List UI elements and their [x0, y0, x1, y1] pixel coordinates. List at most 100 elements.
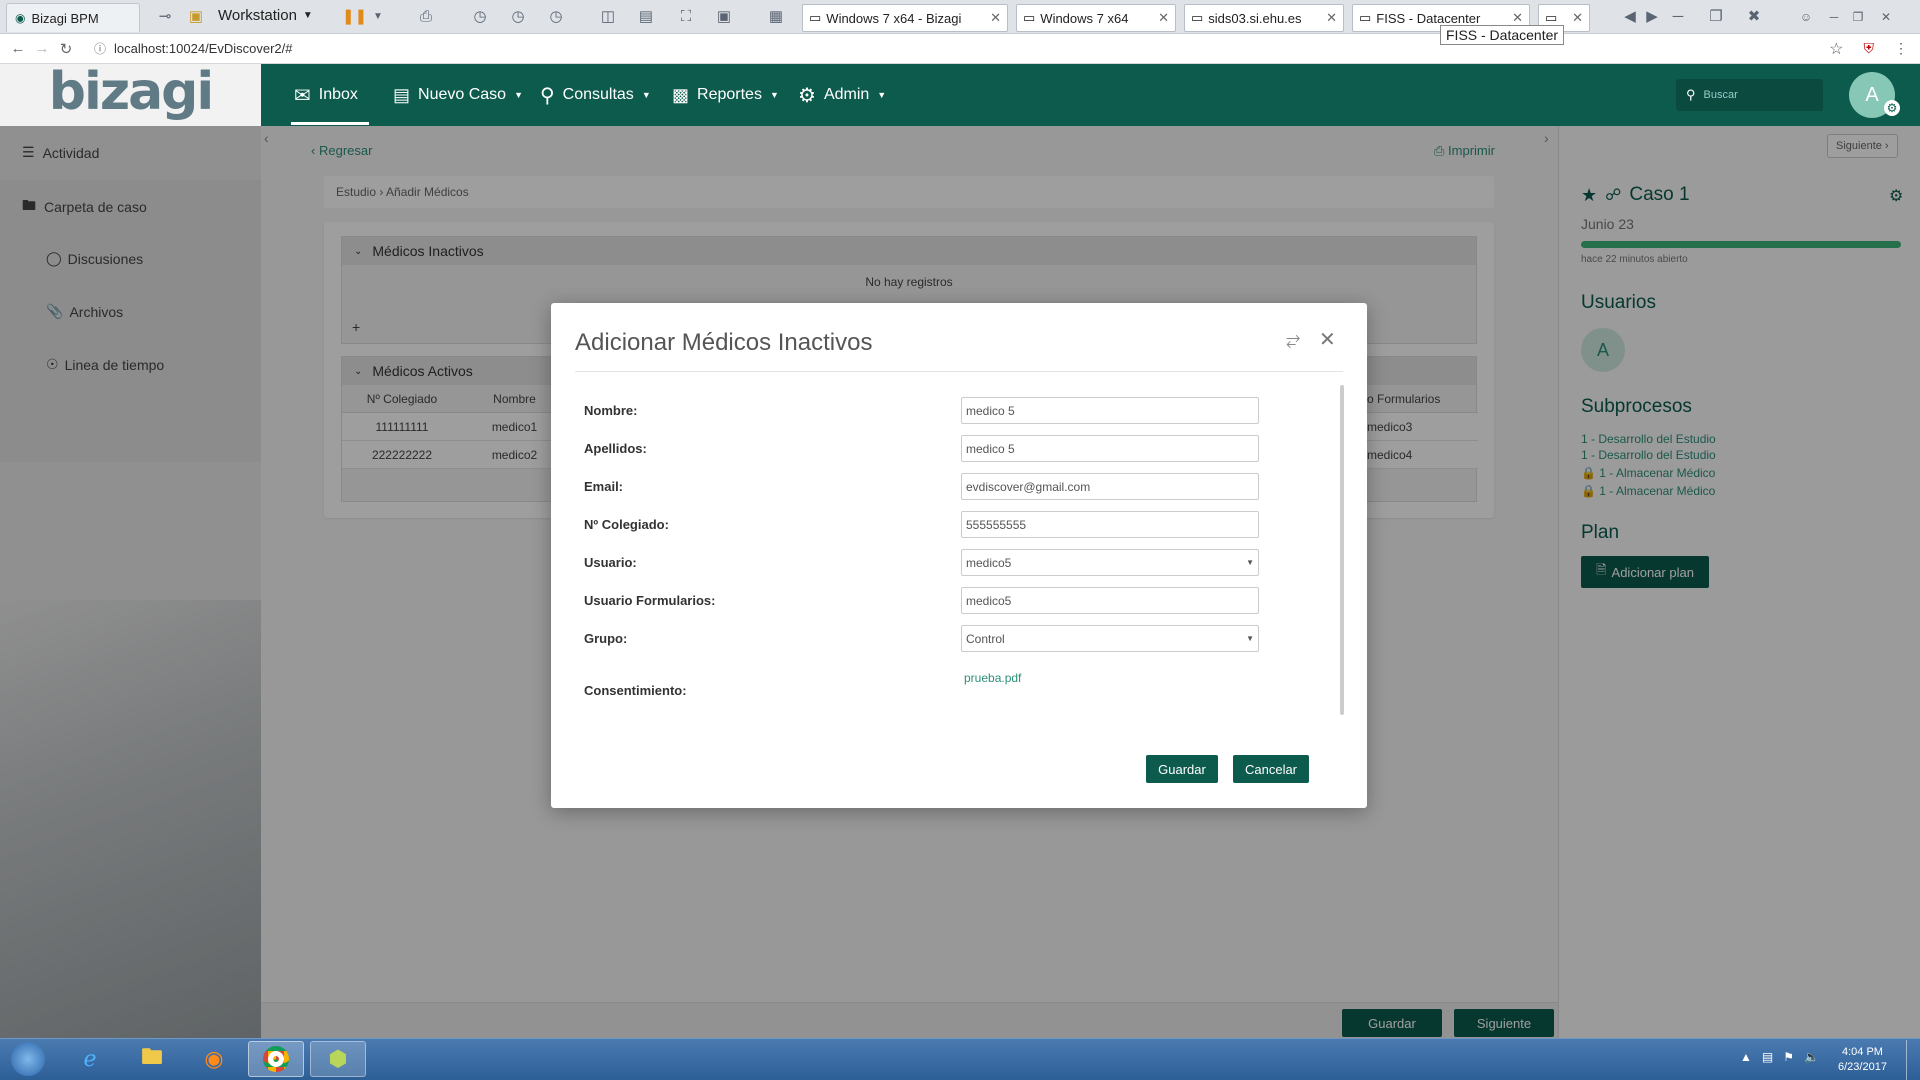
dialog-save-button[interactable]: Guardar	[1146, 755, 1218, 783]
browser-tab-bizagi[interactable]: ◉ Bizagi BPM	[6, 3, 140, 32]
snapshot-icon[interactable]: ◷	[470, 7, 490, 27]
library-icon[interactable]: ◫	[598, 7, 618, 27]
shield-icon[interactable]: ⛨	[1864, 40, 1875, 57]
send-keys-icon[interactable]: ⎙	[416, 7, 436, 27]
consentimiento-label: Consentimiento:	[584, 683, 687, 698]
close-icon[interactable]: ✕	[1566, 10, 1583, 26]
url-field[interactable]: localhost:10024/EvDiscover2/#	[114, 41, 293, 56]
restore-icon[interactable]: ❐	[1706, 7, 1726, 27]
reload-icon[interactable]: ↻	[54, 40, 78, 58]
unity-icon[interactable]: ▣	[714, 7, 734, 27]
bizagi-favicon-icon: ◉	[15, 11, 26, 25]
caret-down-icon: ▼	[514, 90, 523, 100]
bizagi-logo[interactable]: bizagi	[49, 62, 214, 122]
internet-explorer-icon[interactable]: ℯ	[62, 1041, 118, 1077]
usuario-label: Usuario:	[584, 555, 637, 570]
dialog-title: Adicionar Médicos Inactivos	[575, 329, 873, 356]
close-icon[interactable]: ✕	[984, 10, 1001, 26]
menu-admin[interactable]: ⚙ Admin ▼	[798, 64, 886, 126]
search-input[interactable]: ⚲ Buscar	[1676, 79, 1823, 111]
console-view-icon[interactable]: ▦	[766, 7, 786, 27]
volume-icon[interactable]: 🔈	[1804, 1050, 1819, 1064]
menu-admin-label: Admin	[823, 86, 870, 103]
arrow-left-icon[interactable]: ◀	[1620, 7, 1640, 27]
back-icon[interactable]: ←	[6, 40, 30, 57]
network-icon[interactable]: ▤	[1762, 1050, 1773, 1064]
settings-icon[interactable]: ⚙	[1884, 100, 1900, 116]
minimize-icon[interactable]: ─	[1668, 7, 1688, 27]
dialog-cancel-button[interactable]: Cancelar	[1233, 755, 1309, 783]
menu-nuevo-caso-label: Nuevo Caso	[418, 86, 507, 103]
system-tray: ▲ ▤ ⚑ 🔈	[1740, 1050, 1819, 1064]
close-icon[interactable]: ✕	[1320, 10, 1337, 26]
menu-consultas[interactable]: ⚲ Consultas ▼	[540, 64, 651, 126]
browser-tab-title: Bizagi BPM	[31, 10, 99, 26]
firefox-icon[interactable]: ◉	[186, 1041, 242, 1077]
menu-reportes[interactable]: ▩ Reportes ▼	[672, 64, 779, 126]
apellidos-field[interactable]: medico 5	[961, 435, 1259, 462]
thumbnail-icon[interactable]: ▤	[636, 7, 656, 27]
vm-icon: ▭	[809, 10, 822, 25]
chrome-logo-icon	[263, 1046, 289, 1072]
tray-arrow-icon[interactable]: ▲	[1740, 1050, 1752, 1064]
vm-icon: ▭	[1191, 10, 1204, 25]
colegiado-label: Nº Colegiado:	[584, 517, 669, 532]
fullscreen-icon[interactable]: ⛶	[676, 7, 696, 27]
clock-date: 6/23/2017	[1838, 1061, 1887, 1073]
close-icon[interactable]: ✕	[1876, 7, 1896, 27]
maximize-icon[interactable]: ⥂	[1286, 329, 1300, 350]
show-desktop-button[interactable]	[1906, 1040, 1920, 1080]
close-icon[interactable]: ✕	[1506, 10, 1523, 26]
close-icon[interactable]: ✕	[1319, 327, 1336, 352]
vm-tab-label: Windows 7 x64 - Bizagi	[826, 10, 962, 26]
restore-icon[interactable]: ❐	[1848, 7, 1868, 27]
app-header	[0, 64, 1920, 126]
vm-tab-windows7[interactable]: ▭ Windows 7 x64 ✕	[1016, 4, 1176, 32]
start-button[interactable]	[0, 1041, 56, 1077]
logo-area: bizagi	[0, 62, 261, 126]
workstation-menu[interactable]: Workstation ▼	[218, 7, 313, 24]
gear-icon: ⚙	[798, 84, 816, 107]
inbox-icon: ✉	[294, 84, 311, 107]
close-icon[interactable]: ✖	[1744, 7, 1764, 27]
search-icon: ⚲	[1686, 87, 1696, 102]
menu-icon[interactable]: ⋮	[1894, 40, 1908, 57]
flag-icon[interactable]: ⚑	[1783, 1050, 1794, 1064]
vm-tab-sids03[interactable]: ▭ sids03.si.ehu.es ✕	[1184, 4, 1344, 32]
dialog-adicionar-medicos: Adicionar Médicos Inactivos ⥂ ✕ Nombre: …	[551, 303, 1367, 808]
search-placeholder: Buscar	[1703, 89, 1738, 101]
arrow-right-icon[interactable]: ▶	[1642, 7, 1662, 27]
forward-icon[interactable]: →	[30, 40, 54, 57]
colegiado-field[interactable]: 555555555	[961, 511, 1259, 538]
dialog-scrollbar[interactable]	[1340, 385, 1344, 715]
chevron-down-icon[interactable]: ▼	[368, 7, 388, 27]
snapshot-manager-icon[interactable]: ◷	[546, 7, 566, 27]
clock[interactable]: 4:04 PM 6/23/2017	[1838, 1045, 1887, 1075]
email-label: Email:	[584, 479, 624, 494]
email-field[interactable]: evdiscover@gmail.com	[961, 473, 1259, 500]
minimize-icon[interactable]: ─	[1824, 7, 1844, 27]
consentimiento-file-link[interactable]: prueba.pdf	[964, 671, 1021, 685]
grupo-select[interactable]: Control ▼	[961, 625, 1259, 652]
nombre-field[interactable]: medico 5	[961, 397, 1259, 424]
close-icon[interactable]: ✕	[1152, 10, 1169, 26]
menu-inbox[interactable]: ✉ Inbox	[294, 64, 358, 126]
pin-icon[interactable]: ⊸	[155, 7, 175, 27]
vm-tab-label: FISS - Datacenter	[1376, 10, 1481, 26]
chrome-icon[interactable]	[248, 1041, 304, 1077]
vm-icon: ▭	[1023, 10, 1036, 25]
vm-tab-label: Windows 7 x64	[1040, 10, 1129, 26]
bizagi-studio-icon[interactable]: ⬢	[310, 1041, 366, 1077]
usuario-formularios-field[interactable]: medico5	[961, 587, 1259, 614]
menu-nuevo-caso[interactable]: ▤ Nuevo Caso ▼	[393, 64, 523, 126]
vm-tab-windows7-bizagi[interactable]: ▭ Windows 7 x64 - Bizagi ✕	[802, 4, 1008, 32]
file-explorer-icon[interactable]: 🖿	[124, 1041, 180, 1077]
star-icon[interactable]: ☆	[1829, 39, 1843, 59]
pause-icon[interactable]: ❚❚	[342, 7, 367, 27]
revert-snapshot-icon[interactable]: ◷	[508, 7, 528, 27]
vm-icon: ▭	[1359, 10, 1372, 25]
usuario-formularios-label: Usuario Formularios:	[584, 593, 716, 608]
user-icon[interactable]: ☺	[1796, 7, 1816, 27]
search-icon: ⚲	[540, 84, 555, 107]
usuario-select[interactable]: medico5 ▼	[961, 549, 1259, 576]
